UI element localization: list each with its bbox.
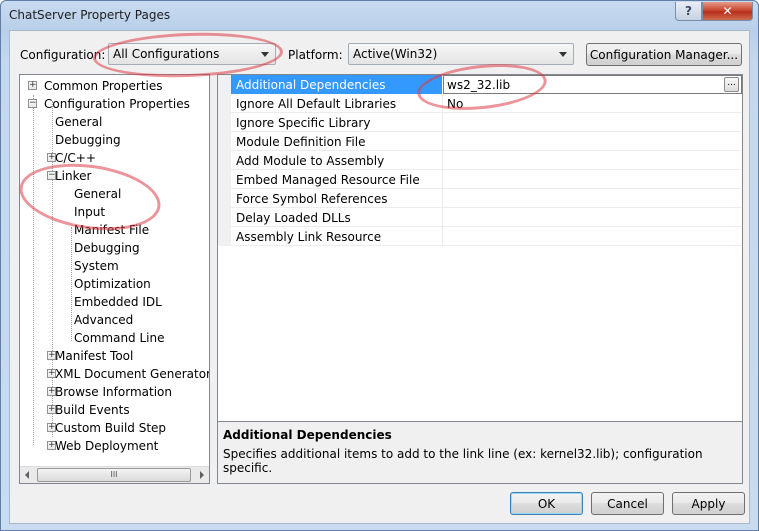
platform-select[interactable]: Active(Win32) [348,43,574,65]
scroll-thumb[interactable]: III [37,468,191,482]
grid-row-module-definition-file[interactable]: Module Definition File [218,132,742,151]
platform-value: Active(Win32) [353,47,438,61]
cancel-button[interactable]: Cancel [591,492,664,515]
grid-row-add-module-to-assembly[interactable]: Add Module to Assembly [218,151,742,170]
scroll-left-icon[interactable] [25,471,29,479]
edit-ellipsis-button[interactable]: ... [724,77,739,92]
property-name: Assembly Link Resource [236,230,382,244]
property-grid[interactable]: Additional Dependencies ws2_32.lib ... I… [217,74,743,454]
grid-row-force-symbol-references[interactable]: Force Symbol References [218,189,742,208]
property-name: Add Module to Assembly [236,154,385,168]
tree-guide-line [33,95,34,445]
title-bar: ChatServer Property Pages ? ✕ [1,1,758,29]
grid-row-ignore-specific-library[interactable]: Ignore Specific Library [218,113,742,132]
property-name: Ignore All Default Libraries [236,97,397,111]
property-name: Embed Managed Resource File [236,173,420,187]
expand-icon[interactable]: + [28,81,37,90]
grid-row-embed-managed-resource-file[interactable]: Embed Managed Resource File [218,170,742,189]
property-name: Force Symbol References [236,192,388,206]
property-name: Additional Dependencies [236,78,386,92]
description-panel: Additional Dependencies Specifies additi… [217,421,743,484]
grid-row-delay-loaded-dlls[interactable]: Delay Loaded DLLs [218,208,742,227]
property-name: Module Definition File [236,135,366,149]
window-title: ChatServer Property Pages [9,8,171,22]
help-button[interactable]: ? [675,2,702,21]
property-tree[interactable]: + Common Properties − Configuration Prop… [19,74,210,484]
ok-button[interactable]: OK [510,492,583,515]
close-button[interactable]: ✕ [702,2,753,21]
dialog-client-area: Configuration: All Configurations Platfo… [9,30,750,524]
tree-guide-line [71,227,72,341]
platform-label: Platform: [288,48,343,62]
description-text: Specifies additional items to add to the… [223,447,703,475]
configuration-manager-button[interactable]: Configuration Manager... [586,43,742,66]
property-pages-window: ChatServer Property Pages ? ✕ Configurat… [0,0,759,531]
collapse-icon[interactable]: − [28,99,37,108]
grid-row-assembly-link-resource[interactable]: Assembly Link Resource [218,227,742,246]
description-title: Additional Dependencies [223,428,392,442]
chevron-down-icon [559,52,567,57]
scroll-right-icon[interactable] [200,471,204,479]
property-name: Ignore Specific Library [236,116,371,130]
property-name: Delay Loaded DLLs [236,211,351,225]
apply-button[interactable]: Apply [672,492,745,515]
tree-horizontal-scrollbar[interactable]: III [20,466,209,483]
